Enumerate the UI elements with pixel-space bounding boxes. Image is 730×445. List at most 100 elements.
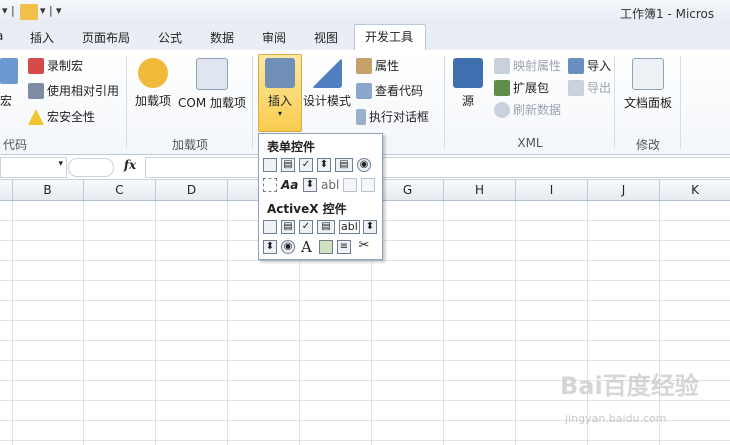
form-scrollbar-control-icon[interactable]: ⬍ (303, 178, 317, 192)
addins-button[interactable]: 加载项 (132, 58, 174, 109)
document-panel-icon (632, 58, 664, 90)
import-icon (568, 58, 584, 74)
form-combobox-control-icon[interactable]: ▤ (281, 158, 295, 172)
refresh-icon (494, 102, 510, 118)
tab-page-layout[interactable]: 页面布局 (82, 29, 130, 46)
form-combo-list-edit-icon-disabled[interactable] (343, 178, 357, 192)
run-dialog-button[interactable]: 执行对话框 (356, 107, 429, 127)
form-button-control-icon[interactable] (263, 158, 277, 172)
activex-listbox-control-icon[interactable]: ▤ (317, 220, 335, 234)
column-header-b[interactable]: B (12, 180, 84, 200)
tab-developer[interactable]: 开发工具 (354, 24, 426, 50)
tab-view[interactable]: 视图 (314, 29, 338, 46)
group-separator (614, 56, 615, 148)
warning-icon (28, 109, 44, 125)
formula-input[interactable] (145, 157, 730, 178)
activex-combobox-control-icon[interactable]: ▤ (281, 220, 295, 234)
group-label-addins: 加载项 (171, 138, 208, 152)
run-dialog-icon (356, 109, 366, 125)
form-textfield-control-icon-disabled[interactable]: abl (321, 178, 339, 192)
gear-icon (138, 58, 168, 88)
name-box[interactable]: ▾ (0, 157, 67, 178)
qat-dropdown-icon[interactable]: ▾ | (40, 4, 53, 20)
column-header-d[interactable]: D (156, 180, 228, 200)
macro-security-button[interactable]: 宏安全性 (28, 107, 95, 127)
view-code-button[interactable]: 查看代码 (356, 81, 423, 101)
form-groupbox-control-icon[interactable] (263, 178, 277, 192)
relative-reference-button[interactable]: 使用相对引用 (28, 81, 119, 101)
group-label-modify: 修改 (635, 138, 660, 152)
refresh-data-button[interactable]: 刷新数据 (494, 100, 561, 120)
expansion-packs-icon (494, 80, 510, 96)
insert-controls-dropdown: 表单控件 ▤ ✓ ⬍ ▤ ◉ Aa ⬍ abl ActiveX 控件 ▤ ✓ ▤… (258, 133, 383, 260)
activex-label-control-icon[interactable]: A (301, 238, 312, 256)
grid-line (515, 201, 516, 445)
insert-control-button[interactable]: 插入 ▾ (258, 54, 302, 132)
title-bar: ▾ | ▾ | ▾ 工作簿1 - Micros (0, 0, 730, 24)
more-controls-tools-icon[interactable]: ✂ (357, 239, 371, 254)
group-separator (680, 56, 681, 148)
column-header-c[interactable]: C (84, 180, 156, 200)
grid-line (12, 201, 13, 445)
grid-line (443, 201, 444, 445)
activex-toggle-button-control-icon[interactable]: ≡ (337, 240, 351, 254)
group-label-code: 代码 (2, 138, 27, 152)
formula-expand-control[interactable] (68, 158, 114, 177)
macros-icon[interactable] (0, 58, 18, 84)
properties-button[interactable]: 属性 (356, 56, 399, 76)
map-properties-icon (494, 58, 510, 74)
qat-separator: ▾ | (2, 4, 15, 17)
form-listbox-control-icon[interactable]: ▤ (335, 158, 353, 172)
tab-data[interactable]: 数据 (210, 29, 234, 46)
record-macro-button[interactable]: 录制宏 (28, 56, 83, 76)
com-addins-button[interactable]: COM 加载项 (176, 58, 248, 111)
form-option-button-control-icon[interactable]: ◉ (357, 158, 371, 172)
design-mode-button[interactable]: 设计模式 (302, 58, 352, 109)
activex-option-button-control-icon[interactable]: ◉ (281, 240, 295, 254)
form-combo-dropdown-edit-icon-disabled[interactable] (361, 178, 375, 192)
form-checkbox-control-icon[interactable]: ✓ (299, 158, 313, 172)
xml-import-button[interactable]: 导入 (568, 56, 611, 76)
chevron-down-icon: ▾ (277, 109, 282, 118)
activex-controls-header: ActiveX 控件 (267, 202, 347, 216)
expansion-packs-button[interactable]: 扩展包 (494, 78, 549, 98)
chevron-down-icon[interactable]: ▾ (58, 159, 63, 169)
tab-review[interactable]: 审阅 (262, 29, 286, 46)
activex-button-control-icon[interactable] (263, 220, 277, 234)
document-panel-button[interactable]: 文档面板 (620, 58, 676, 111)
export-icon (568, 80, 584, 96)
qat-tool-icon[interactable] (20, 4, 38, 20)
grid-line (83, 201, 84, 445)
group-separator (444, 56, 445, 148)
column-header-k[interactable]: K (660, 180, 730, 200)
tab-insert[interactable]: 插入 (30, 29, 54, 46)
activex-checkbox-control-icon[interactable]: ✓ (299, 220, 313, 234)
activex-spinbutton-control-icon[interactable]: ⬍ (263, 240, 277, 254)
form-label-control-icon[interactable]: Aa (281, 178, 298, 192)
qat-customize-icon[interactable]: ▾ (56, 4, 62, 20)
toolbox-icon (265, 58, 295, 88)
xml-source-button[interactable]: 源 (452, 58, 484, 109)
insert-function-icon[interactable]: fx (118, 158, 142, 176)
xml-source-icon (453, 58, 483, 88)
column-header-h[interactable]: H (444, 180, 516, 200)
relative-reference-icon (28, 83, 44, 99)
activex-image-control-icon[interactable] (319, 240, 333, 254)
com-addins-icon (196, 58, 228, 90)
ribbon-tab-bar: a 插入 页面布局 公式 数据 审阅 视图 开发工具 (0, 24, 730, 51)
record-macro-icon (28, 58, 44, 74)
ruler-pencil-icon (312, 58, 342, 88)
window-title: 工作簿1 - Micros (620, 7, 715, 21)
activex-textbox-control-icon[interactable]: abl (339, 220, 360, 234)
tab-formulas[interactable]: 公式 (158, 29, 182, 46)
view-code-icon (356, 83, 372, 99)
activex-scrollbar-control-icon[interactable]: ⬍ (363, 220, 377, 234)
xml-export-button[interactable]: 导出 (568, 78, 611, 98)
properties-icon (356, 58, 372, 74)
group-separator (252, 56, 253, 148)
form-spinner-control-icon[interactable]: ⬍ (317, 158, 331, 172)
column-header-i[interactable]: I (516, 180, 588, 200)
column-header-j[interactable]: J (588, 180, 660, 200)
macros-button-label[interactable]: 宏 (0, 92, 12, 109)
map-properties-button[interactable]: 映射属性 (494, 56, 561, 76)
